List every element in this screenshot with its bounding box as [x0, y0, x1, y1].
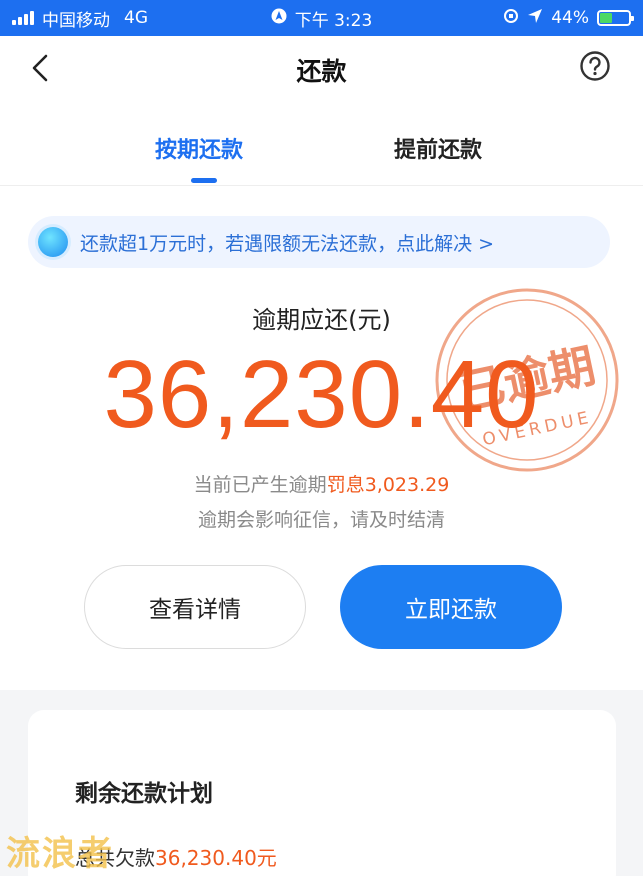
status-bar: 中国移动 4G 下午 3:23 44%	[0, 0, 643, 36]
notice-text: 还款超1万元时，若遇限额无法还款，点此解决 >	[80, 232, 495, 255]
penalty-amount: 罚息3,023.29	[326, 474, 450, 496]
page-title: 还款	[296, 57, 347, 86]
limit-notice-banner[interactable]: 还款超1万元时，若遇限额无法还款，点此解决 >	[28, 216, 610, 268]
tab-scheduled-repayment[interactable]: 按期还款	[155, 132, 243, 164]
overdue-amount: 36,230.40	[103, 341, 540, 448]
navigation-arrow-icon	[271, 8, 287, 29]
plan-title: 剩余还款计划	[75, 781, 213, 807]
question-circle-icon[interactable]	[579, 50, 611, 82]
tab-early-repayment[interactable]: 提前还款	[394, 132, 482, 164]
watermark: 流浪者	[6, 834, 114, 874]
repay-now-button[interactable]: 立即还款	[340, 565, 562, 649]
credit-warning: 逾期会影响征信，请及时结清	[197, 509, 445, 531]
repayment-tabs: 按期还款 提前还款	[0, 120, 643, 186]
total-owed-amount: 36,230.40元	[155, 846, 277, 870]
penalty-note-prefix: 当前已产生逾期	[193, 474, 327, 496]
signal-icon	[12, 11, 34, 25]
info-bubble-icon	[38, 227, 68, 257]
view-details-button[interactable]: 查看详情	[84, 565, 306, 649]
nav-bar: 还款	[0, 36, 643, 100]
penalty-note: 当前已产生逾期罚息3,023.29	[0, 470, 643, 497]
rotation-lock-icon	[503, 8, 519, 29]
overdue-amount-label: 逾期应还(元)	[252, 306, 391, 334]
carrier-name: 中国移动	[42, 10, 110, 31]
battery-icon	[597, 10, 634, 26]
status-time: 下午 3:23	[294, 10, 373, 31]
repayment-plan-card: 剩余还款计划 总共欠款36,230.40元	[28, 710, 616, 876]
battery-percent: 44%	[551, 8, 589, 28]
active-tab-indicator	[191, 178, 217, 183]
network-type: 4G	[124, 8, 148, 28]
location-arrow-icon	[527, 8, 543, 29]
